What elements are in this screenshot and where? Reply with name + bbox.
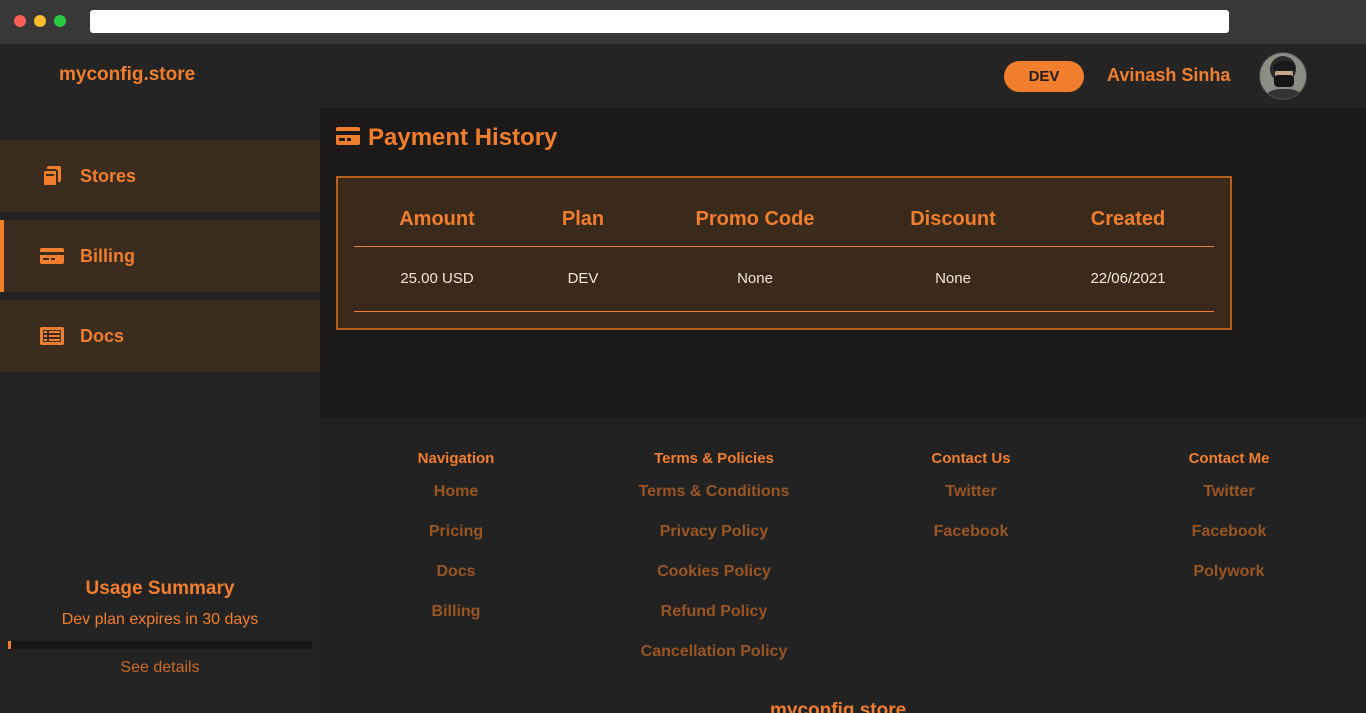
cell-promo-code: None bbox=[646, 246, 864, 312]
page-title: Payment History bbox=[336, 124, 557, 152]
column-header-discount: Discount bbox=[864, 194, 1042, 247]
minimize-window-button[interactable] bbox=[34, 15, 46, 27]
avatar-hair bbox=[1273, 61, 1295, 71]
sidebar: Stores Billing Docs Usage Summary Dev pl… bbox=[0, 108, 320, 713]
maximize-window-button[interactable] bbox=[54, 15, 66, 27]
cell-created: 22/06/2021 bbox=[1042, 246, 1214, 312]
sidebar-item-label: Stores bbox=[80, 165, 137, 186]
footer-link-home[interactable]: Home bbox=[336, 482, 576, 522]
avatar-mask bbox=[1274, 75, 1294, 87]
footer-heading: Terms & Policies bbox=[654, 450, 774, 467]
top-header: myconfig.store DEV Avinash Sinha bbox=[0, 44, 1366, 108]
footer-link-privacy[interactable]: Privacy Policy bbox=[594, 522, 834, 562]
stores-icon bbox=[40, 164, 64, 188]
cell-plan: DEV bbox=[520, 246, 646, 312]
column-header-promo-code: Promo Code bbox=[646, 194, 864, 247]
username[interactable]: Avinash Sinha bbox=[1107, 65, 1230, 86]
user-avatar[interactable] bbox=[1259, 52, 1307, 100]
brand-logo[interactable]: myconfig.store bbox=[59, 64, 195, 86]
sidebar-item-label: Billing bbox=[80, 245, 135, 266]
footer-link-twitter[interactable]: Twitter bbox=[851, 482, 1091, 522]
column-header-amount: Amount bbox=[354, 194, 520, 247]
cell-discount: None bbox=[864, 246, 1042, 312]
footer-link-pricing[interactable]: Pricing bbox=[336, 522, 576, 562]
footer-terms-policies: Terms & Policies Terms & Conditions Priv… bbox=[594, 450, 834, 682]
footer-link-cancellation[interactable]: Cancellation Policy bbox=[594, 642, 834, 682]
plan-badge[interactable]: DEV bbox=[1004, 61, 1084, 92]
table-header-row: Amount Plan Promo Code Discount Created bbox=[354, 194, 1214, 247]
footer-navigation: Navigation Home Pricing Docs Billing bbox=[336, 450, 576, 642]
usage-progress-fill bbox=[8, 641, 12, 649]
browser-chrome bbox=[0, 0, 1366, 44]
column-header-created: Created bbox=[1042, 194, 1214, 247]
usage-summary-title: Usage Summary bbox=[85, 578, 235, 599]
sidebar-item-billing[interactable]: Billing bbox=[0, 220, 320, 292]
footer-link-facebook[interactable]: Facebook bbox=[1109, 522, 1349, 562]
credit-card-icon bbox=[336, 126, 360, 151]
footer-heading: Navigation bbox=[417, 450, 495, 467]
sidebar-item-stores[interactable]: Stores bbox=[0, 140, 320, 212]
footer-link-twitter[interactable]: Twitter bbox=[1109, 482, 1349, 522]
address-bar[interactable] bbox=[90, 10, 1229, 33]
footer-contact-me: Contact Me Twitter Facebook Polywork bbox=[1109, 450, 1349, 602]
footer-heading: Contact Me bbox=[1188, 450, 1270, 467]
footer-link-refund[interactable]: Refund Policy bbox=[594, 602, 834, 642]
footer-link-billing[interactable]: Billing bbox=[336, 602, 576, 642]
cell-amount: 25.00 USD bbox=[354, 246, 520, 312]
sidebar-item-docs[interactable]: Docs bbox=[0, 300, 320, 372]
footer-contact-us: Contact Us Twitter Facebook bbox=[851, 450, 1091, 562]
footer-link-polywork[interactable]: Polywork bbox=[1109, 562, 1349, 602]
payment-history-table: Amount Plan Promo Code Discount Created … bbox=[354, 194, 1214, 312]
sidebar-item-label: Docs bbox=[80, 325, 125, 346]
column-header-plan: Plan bbox=[520, 194, 646, 247]
footer-heading: Contact Us bbox=[931, 450, 1011, 467]
footer-brand[interactable]: myconfig.store bbox=[770, 700, 906, 713]
main-panel: Payment History Amount Plan Promo Code D… bbox=[320, 108, 1366, 418]
see-details-link[interactable]: See details bbox=[0, 659, 320, 677]
payment-history-card: Amount Plan Promo Code Discount Created … bbox=[336, 176, 1232, 330]
close-window-button[interactable] bbox=[14, 15, 26, 27]
billing-card-icon bbox=[40, 244, 64, 268]
docs-icon bbox=[40, 324, 64, 348]
avatar-body bbox=[1266, 89, 1302, 99]
footer-link-facebook[interactable]: Facebook bbox=[851, 522, 1091, 562]
footer-link-cookies[interactable]: Cookies Policy bbox=[594, 562, 834, 602]
usage-summary-subtitle: Dev plan expires in 30 days bbox=[61, 611, 259, 628]
page-title-text: Payment History bbox=[368, 124, 558, 151]
usage-progress-bar bbox=[8, 641, 312, 649]
footer-link-docs[interactable]: Docs bbox=[336, 562, 576, 602]
footer-link-terms[interactable]: Terms & Conditions bbox=[594, 482, 834, 522]
table-row: 25.00 USD DEV None None 22/06/2021 bbox=[354, 246, 1214, 312]
